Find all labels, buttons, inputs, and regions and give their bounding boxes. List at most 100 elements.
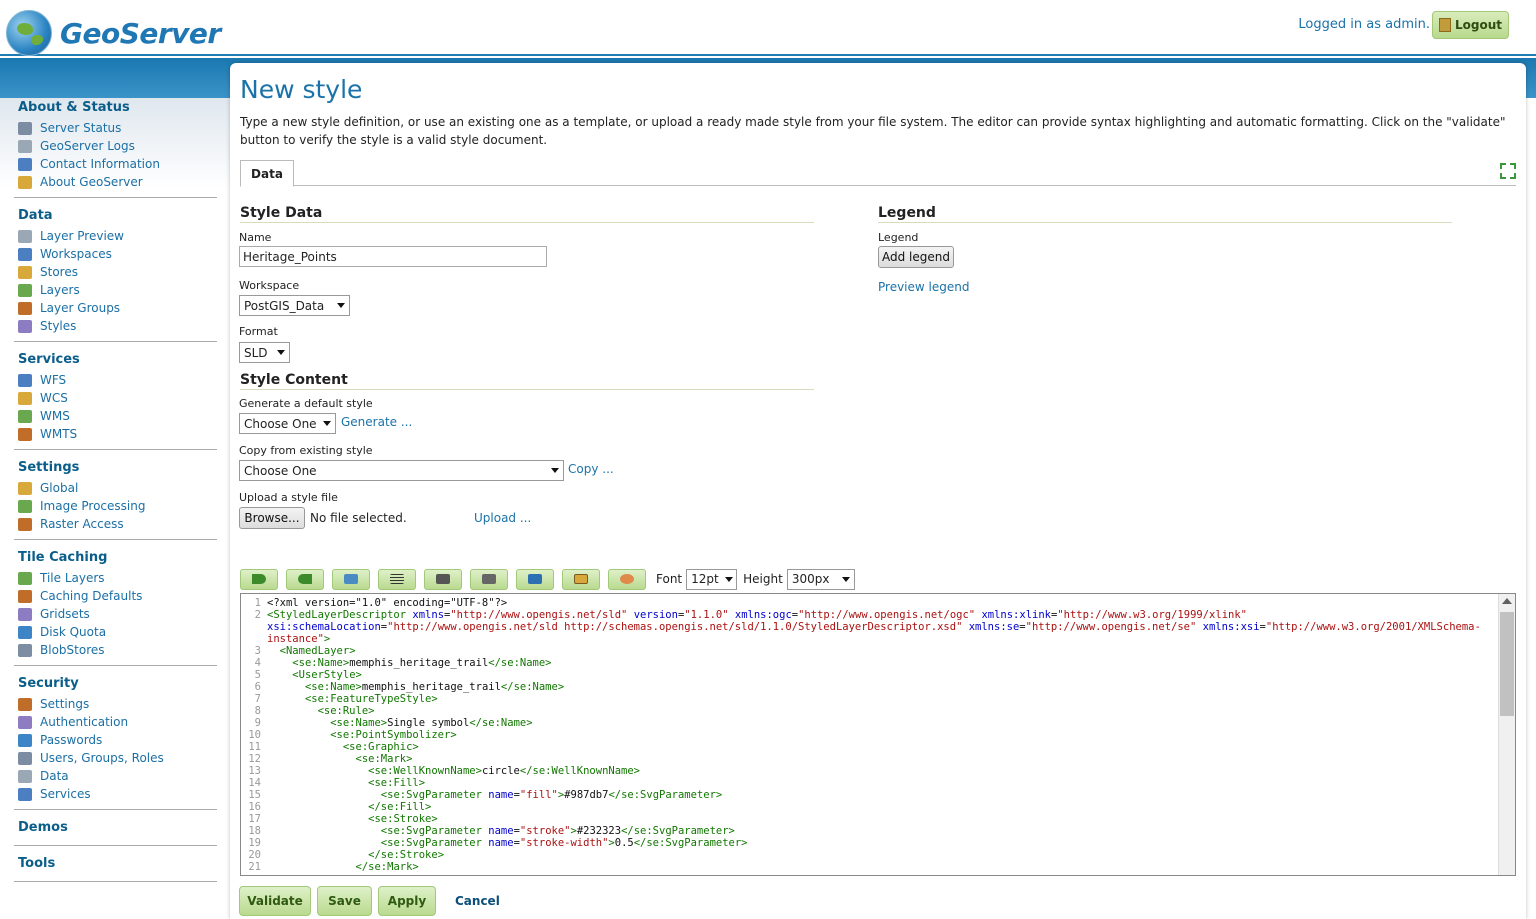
sidebar-item-label[interactable]: WMS — [40, 409, 70, 423]
sidebar-item-label[interactable]: Layers — [40, 283, 80, 297]
sidebar-section-title[interactable]: Tile Caching — [14, 548, 217, 569]
sidebar-item[interactable]: Disk Quota — [14, 623, 217, 641]
sidebar-item[interactable]: Global — [14, 479, 217, 497]
fullscreen-icon[interactable] — [1500, 163, 1516, 179]
sidebar-item[interactable]: Passwords — [14, 731, 217, 749]
sidebar-item-label[interactable]: WCS — [40, 391, 68, 405]
search-button[interactable] — [424, 568, 462, 590]
cancel-link[interactable]: Cancel — [455, 894, 500, 908]
name-input[interactable] — [239, 246, 547, 267]
sidebar-item-label[interactable]: WMTS — [40, 427, 77, 441]
sidebar-item-label[interactable]: Users, Groups, Roles — [40, 751, 164, 765]
add-legend-button[interactable]: Add legend — [878, 246, 954, 268]
generate-select[interactable]: Choose One — [239, 413, 336, 434]
redo-button[interactable] — [286, 568, 324, 590]
sidebar-item[interactable]: Workspaces — [14, 245, 217, 263]
format-select[interactable]: SLD — [239, 342, 290, 363]
sidebar-item[interactable]: Services — [14, 785, 217, 803]
font-size-select[interactable]: 12pt — [686, 568, 738, 590]
sidebar-item-label[interactable]: Settings — [40, 697, 89, 711]
sidebar-item-label[interactable]: Caching Defaults — [40, 589, 142, 603]
sidebar-item[interactable]: Styles — [14, 317, 217, 335]
sidebar-item[interactable]: WFS — [14, 371, 217, 389]
sidebar-item[interactable]: BlobStores — [14, 641, 217, 659]
sidebar-item-label[interactable]: Stores — [40, 265, 78, 279]
image-button[interactable] — [562, 568, 600, 590]
palette-button[interactable] — [608, 568, 646, 590]
sidebar-item-label[interactable]: Global — [40, 481, 78, 495]
sidebar-item[interactable]: Layer Groups — [14, 299, 217, 317]
scroll-up-icon[interactable] — [1502, 598, 1512, 604]
sidebar-item-label[interactable]: Layer Preview — [40, 229, 124, 243]
editor-scrollbar[interactable] — [1498, 594, 1515, 875]
sidebar-item-label[interactable]: Styles — [40, 319, 76, 333]
sidebar-item-label[interactable]: Services — [40, 787, 91, 801]
sidebar-item[interactable]: GeoServer Logs — [14, 137, 217, 155]
apply-button[interactable]: Apply — [378, 886, 436, 916]
sidebar-item-label[interactable]: Workspaces — [40, 247, 112, 261]
sidebar-item-label[interactable]: Disk Quota — [40, 625, 106, 639]
sidebar-item[interactable]: WMS — [14, 407, 217, 425]
sidebar-item[interactable]: WCS — [14, 389, 217, 407]
sidebar-item-label[interactable]: Layer Groups — [40, 301, 120, 315]
sidebar-item-label[interactable]: BlobStores — [40, 643, 105, 657]
preview-legend-link[interactable]: Preview legend — [878, 280, 969, 294]
sidebar-item[interactable]: Data — [14, 767, 217, 785]
generate-link[interactable]: Generate ... — [341, 415, 412, 429]
sidebar-item[interactable]: Stores — [14, 263, 217, 281]
geoserver-logo[interactable]: GeoServer — [6, 10, 221, 56]
sidebar-item-icon — [18, 607, 32, 621]
sidebar-item-label[interactable]: Image Processing — [40, 499, 145, 513]
workspace-select[interactable]: PostGIS_Data — [239, 295, 350, 316]
reformat-button[interactable] — [378, 568, 416, 590]
sidebar-item[interactable]: Layers — [14, 281, 217, 299]
sidebar-item-label[interactable]: Raster Access — [40, 517, 124, 531]
save-button[interactable]: Save — [317, 886, 372, 916]
color-picker-button[interactable] — [516, 568, 554, 590]
replace-button[interactable] — [470, 568, 508, 590]
scrollbar-thumb[interactable] — [1500, 612, 1514, 716]
sidebar-item-label[interactable]: Tile Layers — [40, 571, 105, 585]
sidebar-section-title[interactable]: Security — [14, 674, 217, 695]
sidebar-item[interactable]: Image Processing — [14, 497, 217, 515]
sidebar-item[interactable]: Server Status — [14, 119, 217, 137]
sidebar-section-title[interactable]: Settings — [14, 458, 217, 479]
copy-link[interactable]: Copy ... — [568, 462, 614, 476]
sidebar-item-label[interactable]: WFS — [40, 373, 66, 387]
sidebar-item[interactable]: Gridsets — [14, 605, 217, 623]
style-code-editor[interactable]: 1 <?xml version="1.0" encoding="UTF-8"?> 2… — [240, 593, 1516, 876]
sidebar-item-label[interactable]: Passwords — [40, 733, 102, 747]
sidebar-item-label[interactable]: Contact Information — [40, 157, 160, 171]
generate-label: Generate a default style — [239, 397, 373, 410]
sidebar-section-title[interactable]: Tools — [14, 854, 217, 875]
goto-line-button[interactable] — [332, 568, 370, 590]
sidebar-item-label[interactable]: GeoServer Logs — [40, 139, 135, 153]
sidebar-section-title[interactable]: Demos — [14, 818, 217, 839]
sidebar-item-label[interactable]: Authentication — [40, 715, 128, 729]
sidebar-item[interactable]: Caching Defaults — [14, 587, 217, 605]
sidebar-item-label[interactable]: Gridsets — [40, 607, 90, 621]
sidebar-item[interactable]: WMTS — [14, 425, 217, 443]
sidebar-item[interactable]: Authentication — [14, 713, 217, 731]
sidebar-section-title[interactable]: About & Status — [14, 98, 217, 119]
sidebar-section-title[interactable]: Services — [14, 350, 217, 371]
sidebar-item[interactable]: Tile Layers — [14, 569, 217, 587]
sidebar-item[interactable]: Settings — [14, 695, 217, 713]
sidebar-item-label[interactable]: Data — [40, 769, 69, 783]
sidebar-item[interactable]: About GeoServer — [14, 173, 217, 191]
sidebar-item[interactable]: Raster Access — [14, 515, 217, 533]
sidebar-item[interactable]: Layer Preview — [14, 227, 217, 245]
sidebar-section-title[interactable]: Data — [14, 206, 217, 227]
tab-data[interactable]: Data — [240, 160, 294, 187]
sidebar-item[interactable]: Users, Groups, Roles — [14, 749, 217, 767]
browse-button[interactable]: Browse... — [239, 507, 305, 529]
sidebar-item-label[interactable]: About GeoServer — [40, 175, 143, 189]
logout-button[interactable]: Logout — [1432, 11, 1509, 39]
undo-button[interactable] — [240, 568, 278, 590]
copy-style-select[interactable]: Choose One — [239, 460, 564, 481]
sidebar-item-label[interactable]: Server Status — [40, 121, 121, 135]
validate-button[interactable]: Validate — [239, 886, 311, 916]
height-select[interactable]: 300px — [786, 568, 855, 590]
upload-link[interactable]: Upload ... — [474, 511, 531, 525]
sidebar-item[interactable]: Contact Information — [14, 155, 217, 173]
